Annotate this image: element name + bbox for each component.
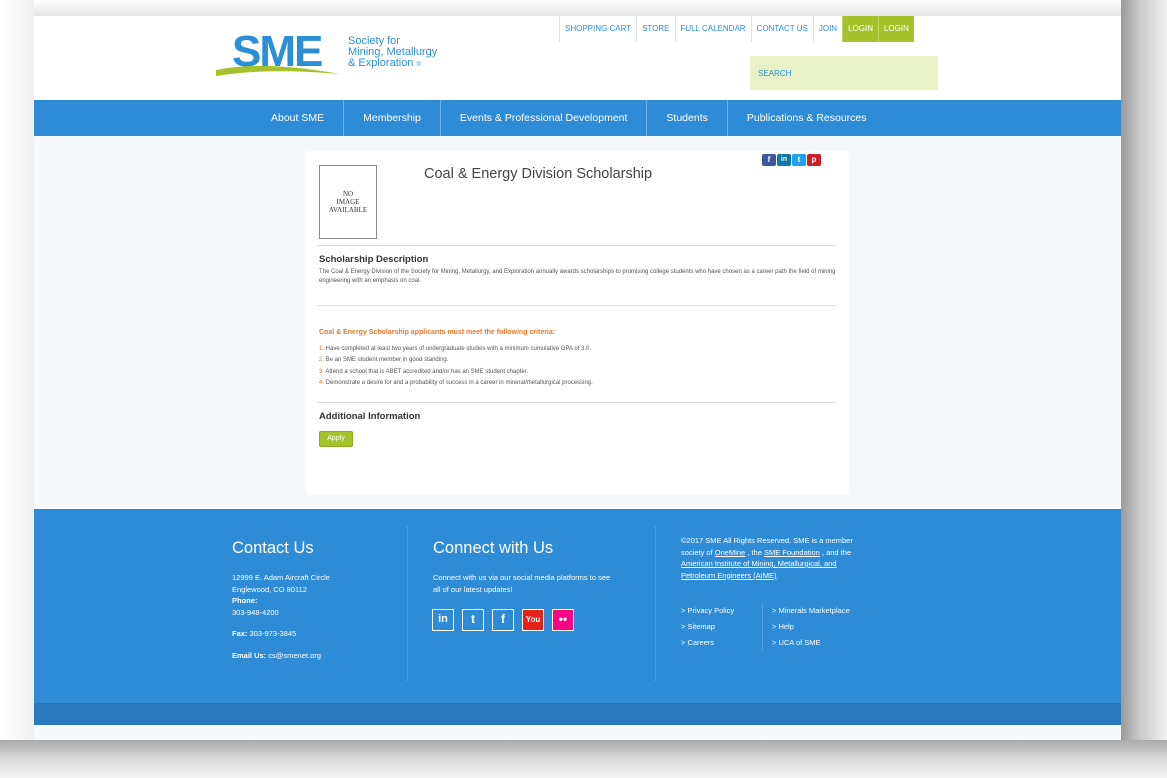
shopping-cart-link[interactable]: SHOPPING CART [559,16,636,42]
footer-column-divider [407,526,408,681]
criteria-heading: Coal & Energy Scholarship applicants mus… [319,329,556,336]
help-link[interactable]: > Help [772,619,850,635]
privacy-policy-link[interactable]: > Privacy Policy [681,603,734,619]
uca-of-sme-link[interactable]: > UCA of SME [772,635,850,651]
description-heading: Scholarship Description [319,254,429,265]
footer-social-icons: in t f You •• [432,609,574,631]
login-button-2[interactable]: LOGIN [877,16,914,42]
search-input[interactable] [750,56,938,90]
aime-link[interactable]: American Institute of Mining, Metallurgi… [681,558,853,570]
screenshot-frame-left [0,0,34,778]
contact-fax: Fax: 303-973-3845 [232,629,297,638]
contact-email[interactable]: Email Us: cs@smenet.org [232,650,321,662]
linkedin-icon[interactable]: in [777,154,791,166]
list-item: 3. Attend a school that is ABET accredit… [319,368,529,375]
login-button[interactable]: LOGIN [842,16,878,42]
contact-us-link[interactable]: CONTACT US [750,16,813,42]
linkedin-icon[interactable]: in [432,609,454,631]
footer-bottom-bar [34,703,1121,725]
flickr-icon[interactable]: •• [552,609,574,631]
logo-swoosh-icon [216,65,340,76]
twitter-icon[interactable]: t [462,609,484,631]
youtube-icon[interactable]: You [522,609,544,631]
footer-links-left: > Privacy Policy > Sitemap > Careers [681,603,734,651]
connect-text: Connect with us via our social media pla… [433,573,611,594]
nav-events[interactable]: Events & Professional Development [441,100,648,136]
facebook-icon[interactable]: f [762,154,776,166]
logo-line-3: & Exploration ® [348,57,421,69]
footer-links-divider [762,603,763,651]
store-link[interactable]: STORE [636,16,674,42]
aime-link-2[interactable]: Petroleum Engineers (AIME) [681,571,776,580]
sitemap-link[interactable]: > Sitemap [681,619,734,635]
careers-link[interactable]: > Careers [681,635,734,651]
divider [318,305,836,306]
site-footer: Contact Us 12999 E. Adam Aircraft Circle… [34,509,1121,703]
contact-heading: Contact Us [232,539,314,557]
nav-membership[interactable]: Membership [344,100,441,136]
pinterest-icon[interactable]: p [807,154,821,166]
facebook-icon[interactable]: f [492,609,514,631]
share-icons: f in t p [762,154,821,166]
join-link[interactable]: JOIN [812,16,842,42]
minerals-marketplace-link[interactable]: > Minerals Marketplace [772,603,850,619]
sme-foundation-link[interactable]: SME Foundation [764,548,820,557]
nav-publications[interactable]: Publications & Resources [728,100,886,136]
screenshot-frame-right [1121,0,1167,778]
site-header: SME Society for Mining, Metallurgy & Exp… [34,16,1121,100]
search-box [750,56,938,90]
contact-address: 12999 E. Adam Aircraft Circle Englewood,… [232,573,330,617]
scholarship-card: NO IMAGE AVAILABLE Coal & Energy Divisio… [306,151,849,495]
list-item: 2. Be an SME student member in good stan… [319,357,449,364]
description-text: The Coal & Energy Division of the Societ… [319,269,836,284]
list-item: 4. Demonstrate a desire for and a probab… [319,379,593,386]
web-page: SME Society for Mining, Metallurgy & Exp… [34,16,1121,740]
criteria-list: 1. Have completed at least two years of … [319,344,593,389]
footer-links-right: > Minerals Marketplace > Help > UCA of S… [772,603,850,651]
screenshot-frame-bottom [0,740,1167,778]
nav-about-sme[interactable]: About SME [252,100,345,136]
logo-wordmark: Society for Mining, Metallurgy & Explora… [348,36,437,71]
nav-students[interactable]: Students [647,100,728,136]
divider [318,245,836,246]
divider [318,402,836,403]
no-image-placeholder: NO IMAGE AVAILABLE [319,165,377,239]
additional-info-heading: Additional Information [319,411,421,422]
onemine-link[interactable]: OneMine [715,548,745,557]
list-item: 1. Have completed at least two years of … [319,346,592,352]
twitter-icon[interactable]: t [792,154,806,166]
footer-column-divider [655,526,656,681]
full-calendar-link[interactable]: FULL CALENDAR [674,16,751,42]
page-title: Coal & Energy Division Scholarship [424,166,653,182]
footer-bottom-strip [34,725,1121,740]
utility-nav: SHOPPING CART STORE FULL CALENDAR CONTAC… [559,16,914,42]
main-nav: About SME Membership Events & Profession… [34,100,1121,136]
screenshot-frame-top [0,0,1167,16]
connect-heading: Connect with Us [433,539,554,557]
copyright-text: ©2017 SME All Rights Reserved. SME is a … [681,536,853,580]
apply-button[interactable]: Apply [319,431,353,447]
